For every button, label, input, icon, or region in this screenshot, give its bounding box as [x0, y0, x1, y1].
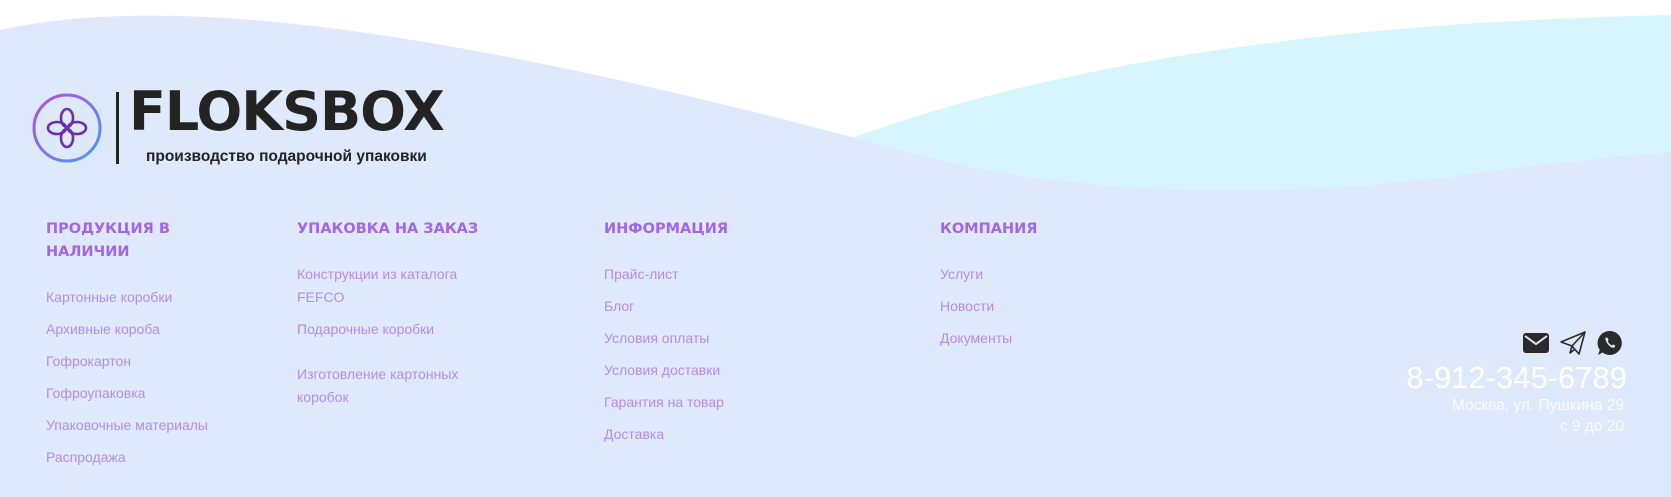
footer-link[interactable]: Распродажа [46, 446, 246, 469]
social-icons [1406, 329, 1624, 357]
column-heading: УПАКОВКА НА ЗАКАЗ [297, 221, 479, 237]
logo-divider [116, 92, 119, 164]
address-text: Москва, ул. Пушкина 29 [1451, 397, 1624, 414]
footer-link[interactable]: Гофрокартон [46, 350, 246, 373]
footer-link[interactable]: Новости [940, 295, 1120, 318]
footer-link[interactable]: Блог [604, 295, 824, 318]
column-heading: ИНФОРМАЦИЯ [604, 221, 729, 237]
footer-column-custom-packaging: УПАКОВКА НА ЗАКАЗ Конструкции из каталог… [297, 218, 507, 409]
telegram-icon[interactable] [1559, 329, 1587, 357]
brand-name: FLOKSBOX [129, 80, 445, 143]
footer-link[interactable]: Архивные короба [46, 318, 246, 341]
footer-link[interactable]: Услуги [940, 263, 1120, 286]
working-hours: с 9 до 20 [1559, 418, 1624, 435]
footer-column-company: КОМПАНИЯ Услуги Новости Документы [940, 218, 1120, 350]
footer-link[interactable]: Картонные коробки [46, 286, 246, 309]
footer-link[interactable]: Условия доставки [604, 359, 824, 382]
footer-contacts: 8-912-345-6789 Москва, ул. Пушкина 29 с … [1406, 329, 1627, 437]
column-heading: КОМПАНИЯ [940, 221, 1038, 237]
footer-link[interactable]: Документы [940, 327, 1120, 350]
footer-link[interactable]: Подарочные коробки [297, 318, 507, 341]
link-list: Услуги Новости Документы [940, 263, 1120, 350]
footer-link[interactable]: Конструкции из каталога FEFCO [297, 263, 507, 309]
footer-link[interactable]: Условия оплаты [604, 327, 824, 350]
flower-icon [32, 93, 102, 163]
footer-link[interactable]: Гарантия на товар [604, 391, 824, 414]
footer-link[interactable]: Гофроупаковка [46, 382, 246, 405]
mail-icon[interactable] [1522, 329, 1550, 357]
link-list: Картонные коробки Архивные короба Гофрок… [46, 286, 246, 469]
phone-link[interactable]: 8-912-345-6789 [1406, 361, 1627, 395]
link-list: Прайс-лист Блог Условия оплаты Условия д… [604, 263, 824, 446]
column-heading: ПРОДУКЦИЯ В НАЛИЧИИ [46, 221, 170, 260]
link-list: Конструкции из каталога FEFCO Подарочные… [297, 263, 507, 409]
footer-link[interactable]: Прайс-лист [604, 263, 824, 286]
footer-link[interactable]: Упаковочные материалы [46, 414, 246, 437]
footer-column-products: ПРОДУКЦИЯ В НАЛИЧИИ Картонные коробки Ар… [46, 218, 246, 469]
brand-tagline: производство подарочной упаковки [146, 148, 427, 165]
footer-link[interactable]: Изготовление картонных коробок [297, 363, 507, 409]
footer-link[interactable]: Доставка [604, 423, 824, 446]
footer-column-information: ИНФОРМАЦИЯ Прайс-лист Блог Условия оплат… [604, 218, 824, 446]
whatsapp-icon[interactable] [1596, 329, 1624, 357]
